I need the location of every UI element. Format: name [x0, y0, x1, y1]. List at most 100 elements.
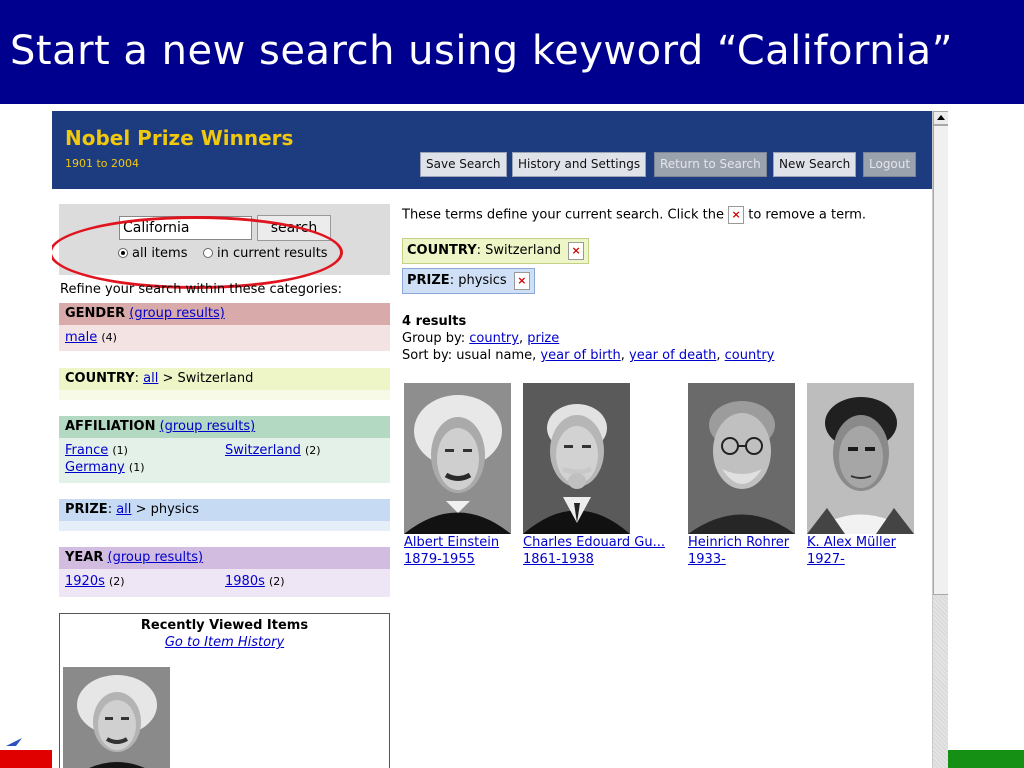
- facet-link-1980s[interactable]: 1980s: [225, 574, 265, 589]
- facet-item: Switzerland (2): [225, 443, 321, 458]
- sort-by-death-link[interactable]: year of death: [629, 348, 716, 363]
- year-title: YEAR: [65, 550, 104, 565]
- facet-count: (1): [128, 461, 145, 474]
- prize-header: PRIZE: all > physics: [59, 499, 390, 521]
- result-photo-rohrer[interactable]: [688, 383, 795, 534]
- item-history-anchor[interactable]: Go to Item History: [165, 635, 284, 650]
- vertical-scrollbar[interactable]: [932, 111, 948, 768]
- recent-item-photo[interactable]: [63, 667, 170, 768]
- year-body: 1920s (2) 1980s (2): [59, 569, 390, 597]
- sort-by-country-link[interactable]: country: [725, 348, 775, 363]
- country-header: COUNTRY: all > Switzerland: [59, 368, 390, 390]
- group-by-line: Group by: country, prize: [402, 331, 560, 346]
- prize-title: PRIZE: [65, 502, 108, 517]
- recently-viewed-panel: Recently Viewed Items Go to Item History: [59, 613, 390, 768]
- affiliation-group-link[interactable]: (group results): [160, 419, 256, 434]
- result-name-muller[interactable]: K. Alex Müller: [807, 535, 896, 550]
- logo-mark-icon: [6, 738, 22, 746]
- recently-viewed-title: Recently Viewed Items: [140, 618, 309, 633]
- terms-note: These terms define your current search. …: [402, 206, 866, 224]
- group-by-label: Group by:: [402, 331, 466, 346]
- group-by-country-link[interactable]: country: [469, 331, 519, 346]
- result-photo-einstein[interactable]: [404, 383, 511, 534]
- gender-group-link[interactable]: (group results): [129, 306, 225, 321]
- sort-by-label: Sort by: usual name,: [402, 348, 537, 363]
- remove-icon: ×: [728, 206, 745, 224]
- facet-item: male (4): [65, 330, 117, 345]
- facet-item: France (1): [65, 443, 128, 458]
- facet-count: (4): [101, 331, 117, 344]
- results-count: 4 results: [402, 314, 467, 329]
- scroll-thumb[interactable]: [933, 125, 948, 595]
- result-years-rohrer[interactable]: 1933-: [688, 552, 726, 567]
- term-country-value: : Switzerland: [476, 243, 561, 258]
- new-search-button[interactable]: New Search: [773, 152, 857, 177]
- logout-button[interactable]: Logout: [863, 152, 917, 177]
- facet-count: (2): [109, 575, 125, 588]
- facet-item: 1920s (2): [65, 574, 125, 589]
- scroll-up-arrow-icon[interactable]: [933, 111, 948, 125]
- year-group-link[interactable]: (group results): [108, 550, 204, 565]
- remove-prize-term-button[interactable]: ×: [513, 271, 530, 290]
- facet-item: Germany (1): [65, 460, 145, 475]
- facet-link-germany[interactable]: Germany: [65, 460, 125, 475]
- refine-label: Refine your search within these categori…: [60, 282, 343, 297]
- country-body: [59, 390, 390, 400]
- affiliation-header: AFFILIATION (group results): [59, 416, 390, 438]
- item-history-link: Go to Item History: [60, 635, 389, 650]
- app-subtitle: 1901 to 2004: [65, 157, 140, 170]
- gender-title: GENDER: [65, 306, 126, 321]
- year-header: YEAR (group results): [59, 547, 390, 569]
- result-years-muller[interactable]: 1927-: [807, 552, 845, 567]
- annotation-ellipse: [52, 216, 343, 289]
- facet-item: 1980s (2): [225, 574, 285, 589]
- facet-link-switzerland[interactable]: Switzerland: [225, 443, 301, 458]
- facet-count: (1): [112, 444, 128, 457]
- slide-title: Start a new search using keyword “Califo…: [10, 28, 953, 74]
- affiliation-title: AFFILIATION: [65, 419, 156, 434]
- save-search-button[interactable]: Save Search: [420, 152, 507, 177]
- browser-viewport: Nobel Prize Winners 1901 to 2004 Save Se…: [52, 111, 948, 768]
- result-name-guillaume[interactable]: Charles Edouard Gu...: [523, 535, 665, 550]
- app-header: Nobel Prize Winners 1901 to 2004 Save Se…: [52, 111, 932, 189]
- search-term-prize: PRIZE: physics ×: [402, 268, 535, 294]
- footer-green-band: [948, 750, 1024, 768]
- result-name-einstein[interactable]: Albert Einstein: [404, 535, 499, 550]
- facet-count: (2): [304, 444, 321, 457]
- term-prize-label: PRIZE: [407, 273, 450, 288]
- sort-by-line: Sort by: usual name, year of birth, year…: [402, 348, 775, 363]
- sort-by-birth-link[interactable]: year of birth: [540, 348, 620, 363]
- facet-link-1920s[interactable]: 1920s: [65, 574, 105, 589]
- term-country-label: COUNTRY: [407, 243, 477, 258]
- footer-red-band: [0, 750, 52, 768]
- result-years-guillaume[interactable]: 1861-1938: [523, 552, 594, 567]
- search-term-country: COUNTRY: Switzerland ×: [402, 238, 590, 264]
- prize-trail: > physics: [135, 502, 200, 517]
- remove-country-term-button[interactable]: ×: [568, 241, 585, 260]
- slide-title-bar: Start a new search using keyword “Califo…: [0, 0, 1024, 104]
- facet-link-male[interactable]: male: [65, 330, 97, 345]
- country-trail: > Switzerland: [162, 371, 254, 386]
- gender-body: male (4): [59, 325, 390, 351]
- gender-header: GENDER (group results): [59, 303, 390, 325]
- return-to-search-button[interactable]: Return to Search: [654, 152, 767, 177]
- country-sep: :: [134, 371, 139, 386]
- group-by-prize-link[interactable]: prize: [527, 331, 559, 346]
- result-name-rohrer[interactable]: Heinrich Rohrer: [688, 535, 789, 550]
- affiliation-body: France (1) Switzerland (2) Germany (1): [59, 438, 390, 483]
- result-photo-muller[interactable]: [807, 383, 914, 534]
- country-all-link[interactable]: all: [143, 371, 158, 386]
- result-years-einstein[interactable]: 1879-1955: [404, 552, 475, 567]
- prize-all-link[interactable]: all: [116, 502, 131, 517]
- result-photo-guillaume[interactable]: [523, 383, 630, 534]
- term-prize-value: : physics: [449, 273, 507, 288]
- prize-sep: :: [107, 502, 113, 517]
- facet-count: (2): [269, 575, 285, 588]
- facet-link-france[interactable]: France: [65, 443, 108, 458]
- app-title: Nobel Prize Winners: [65, 126, 294, 150]
- terms-note-before: These terms define your current search. …: [402, 207, 724, 223]
- country-title: COUNTRY: [65, 371, 135, 386]
- prize-body: [59, 521, 390, 531]
- history-settings-button[interactable]: History and Settings: [512, 152, 647, 177]
- terms-note-after: to remove a term.: [748, 207, 867, 223]
